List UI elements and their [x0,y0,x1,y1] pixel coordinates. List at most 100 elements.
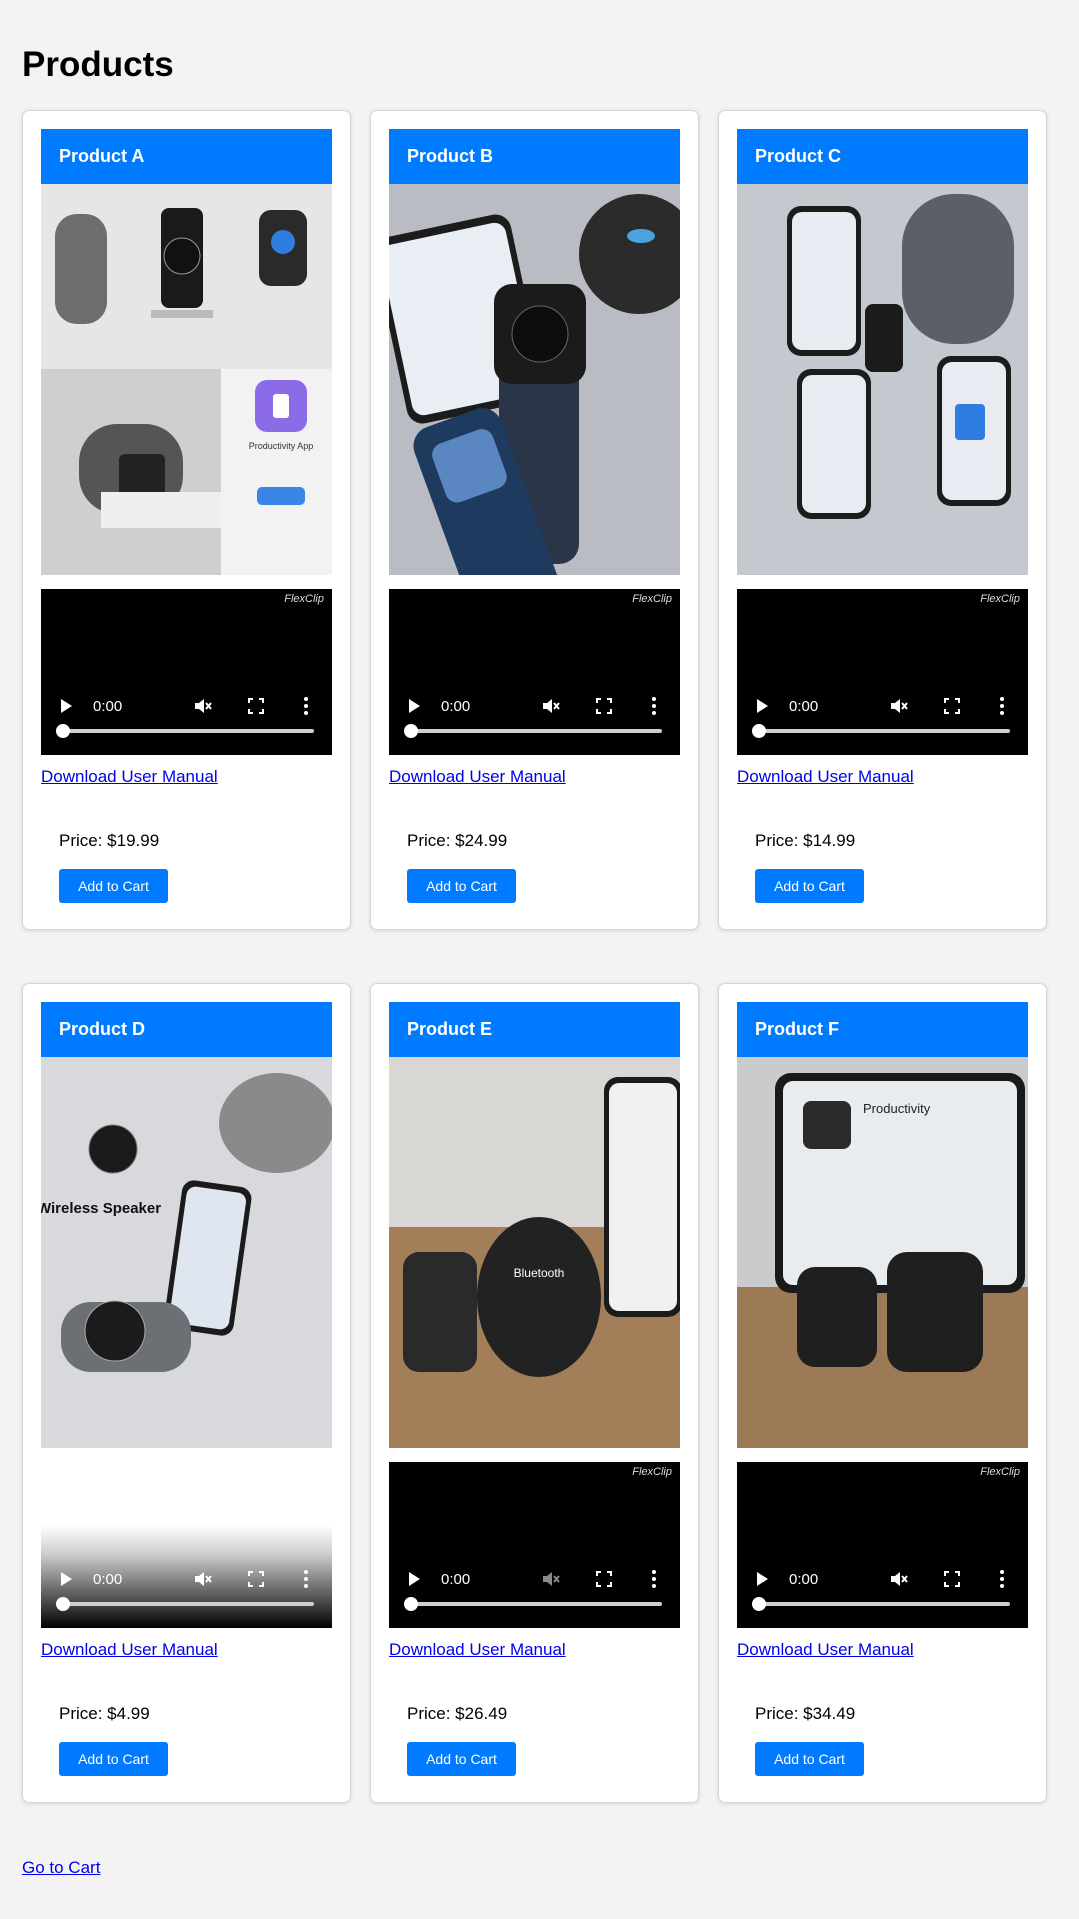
more-options-icon[interactable] [303,697,309,715]
add-to-cart-button[interactable]: Add to Cart [755,1742,864,1776]
product-image [389,184,680,575]
play-icon[interactable] [61,699,72,713]
product-name: Product E [389,1002,680,1057]
download-manual-link[interactable]: Download User Manual [389,1640,680,1660]
fullscreen-icon[interactable] [596,1571,612,1587]
mute-icon[interactable] [541,1569,561,1589]
product-grid: Product A Productivity App FlexClip 0:00… [22,110,1057,1803]
fullscreen-icon[interactable] [248,1571,264,1587]
video-progress-bar[interactable] [65,729,314,733]
mute-icon[interactable] [889,696,909,716]
image-caption: Productivity App [249,441,314,451]
add-to-cart-button[interactable]: Add to Cart [407,869,516,903]
product-card: Product B FlexClip 0:00 Download User Ma… [370,110,699,930]
product-card: Product E Bluetooth FlexClip 0:00 Downlo… [370,983,699,1803]
image-caption: Wireless Speaker [41,1200,161,1217]
download-manual-link[interactable]: Download User Manual [41,767,332,787]
product-video[interactable]: 0:00 [41,1462,332,1628]
more-options-icon[interactable] [999,697,1005,715]
add-to-cart-button[interactable]: Add to Cart [59,1742,168,1776]
download-manual-link[interactable]: Download User Manual [737,1640,1028,1660]
video-progress-bar[interactable] [761,729,1010,733]
product-price: Price: $34.49 [755,1704,856,1723]
fullscreen-icon[interactable] [596,698,612,714]
play-icon[interactable] [757,699,768,713]
product-video[interactable]: FlexClip 0:00 [737,1462,1028,1628]
video-controls: 0:00 [389,1558,680,1628]
page-title: Products [22,45,174,84]
product-name: Product D [41,1002,332,1057]
product-name: Product F [737,1002,1028,1057]
video-brand: FlexClip [632,593,672,605]
video-controls: 0:00 [41,1558,332,1628]
add-to-cart-button[interactable]: Add to Cart [59,869,168,903]
video-seek-handle[interactable] [404,724,418,738]
mute-icon[interactable] [541,696,561,716]
product-price: Price: $4.99 [59,1704,150,1723]
product-price: Price: $19.99 [59,831,160,850]
video-brand: FlexClip [284,593,324,605]
product-name: Product C [737,129,1028,184]
product-video[interactable]: FlexClip 0:00 [389,1462,680,1628]
product-image: Wireless Speaker [41,1057,332,1448]
video-time: 0:00 [789,1570,819,1588]
video-progress-bar[interactable] [413,1602,662,1606]
product-video[interactable]: FlexClip 0:00 [41,589,332,755]
download-manual-link[interactable]: Download User Manual [41,1640,332,1660]
add-to-cart-button[interactable]: Add to Cart [407,1742,516,1776]
go-to-cart-link[interactable]: Go to Cart [22,1858,1057,1878]
product-name: Product B [389,129,680,184]
more-options-icon[interactable] [303,1570,309,1588]
mute-icon[interactable] [889,1569,909,1589]
video-time: 0:00 [441,697,471,715]
video-time: 0:00 [789,697,819,715]
add-to-cart-button[interactable]: Add to Cart [755,869,864,903]
video-time: 0:00 [93,697,123,715]
product-price: Price: $24.99 [407,831,508,850]
play-icon[interactable] [61,1572,72,1586]
video-seek-handle[interactable] [56,1597,70,1611]
play-icon[interactable] [757,1572,768,1586]
video-seek-handle[interactable] [752,724,766,738]
product-image: Productivity [737,1057,1028,1448]
product-price: Price: $26.49 [407,1704,508,1723]
video-controls: 0:00 [737,685,1028,755]
product-video[interactable]: FlexClip 0:00 [389,589,680,755]
product-card: Product A Productivity App FlexClip 0:00… [22,110,351,930]
fullscreen-icon[interactable] [248,698,264,714]
mute-icon[interactable] [193,696,213,716]
product-card: Product D Wireless Speaker 0:00 Download… [22,983,351,1803]
video-time: 0:00 [441,1570,471,1588]
product-image: Bluetooth [389,1057,680,1448]
video-controls: 0:00 [737,1558,1028,1628]
more-options-icon[interactable] [651,1570,657,1588]
video-progress-bar[interactable] [413,729,662,733]
image-caption: Bluetooth [514,1266,565,1280]
video-progress-bar[interactable] [65,1602,314,1606]
download-manual-link[interactable]: Download User Manual [737,767,1028,787]
download-manual-link[interactable]: Download User Manual [389,767,680,787]
video-progress-bar[interactable] [761,1602,1010,1606]
video-seek-handle[interactable] [404,1597,418,1611]
video-brand: FlexClip [980,1466,1020,1478]
video-seek-handle[interactable] [56,724,70,738]
video-controls: 0:00 [41,685,332,755]
product-image [737,184,1028,575]
product-card: Product C FlexClip 0:00 Download User Ma… [718,110,1047,930]
video-seek-handle[interactable] [752,1597,766,1611]
video-brand: FlexClip [632,1466,672,1478]
play-icon[interactable] [409,1572,420,1586]
product-video[interactable]: FlexClip 0:00 [737,589,1028,755]
fullscreen-icon[interactable] [944,698,960,714]
play-icon[interactable] [409,699,420,713]
more-options-icon[interactable] [651,697,657,715]
product-image: Productivity App [41,184,332,575]
more-options-icon[interactable] [999,1570,1005,1588]
product-card: Product F Productivity FlexClip 0:00 Dow… [718,983,1047,1803]
fullscreen-icon[interactable] [944,1571,960,1587]
image-caption: Productivity [863,1101,931,1116]
product-name: Product A [41,129,332,184]
mute-icon[interactable] [193,1569,213,1589]
product-price: Price: $14.99 [755,831,856,850]
products-page: Products Product A Productivity App Flex… [0,0,1079,1878]
